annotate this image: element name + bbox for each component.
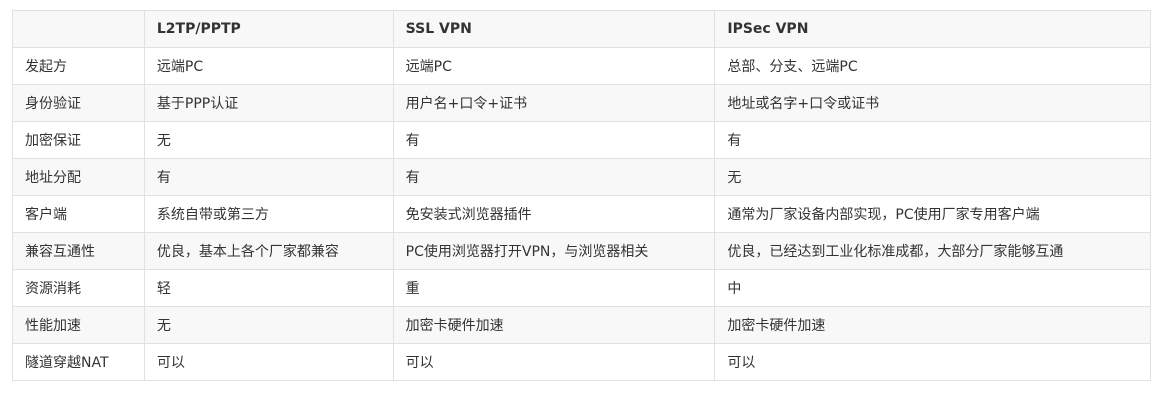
table-cell: 系统自带或第三方	[143, 195, 394, 233]
table-cell: 免安装式浏览器插件	[392, 195, 716, 233]
table-cell: PC使用浏览器打开VPN，与浏览器相关	[392, 232, 716, 270]
table-cell: 地址或名字+口令或证书	[714, 84, 1151, 122]
table-row: 隧道穿越NAT 可以 可以 可以	[12, 343, 1151, 381]
table-cell: 通常为厂家设备内部实现，PC使用厂家专用客户端	[714, 195, 1151, 233]
row-label-cell: 兼容互通性	[12, 232, 145, 270]
table-cell: 无	[143, 306, 394, 344]
header-cell: IPSec VPN	[714, 10, 1151, 48]
row-label-cell: 隧道穿越NAT	[12, 343, 145, 381]
table-header-row: L2TP/PPTP SSL VPN IPSec VPN	[12, 10, 1151, 48]
table-cell: 无	[714, 158, 1151, 196]
table-cell: 重	[392, 269, 716, 307]
table-cell: 可以	[143, 343, 394, 381]
table-row: 地址分配有有无	[12, 158, 1151, 196]
table-row: 性能加速无加密卡硬件加速 加密卡硬件加速	[12, 306, 1151, 344]
header-cell	[12, 10, 145, 48]
table-cell: 用户名+口令+证书	[392, 84, 716, 122]
row-label-cell: 加密保证	[12, 121, 145, 159]
table-cell: 远端PC	[143, 47, 394, 85]
table-cell: 有	[392, 121, 716, 159]
row-label-cell: 发起方	[12, 47, 145, 85]
table-cell: 轻	[143, 269, 394, 307]
table-cell: 总部、分支、远端PC	[714, 47, 1151, 85]
table-row: 加密保证无有有	[12, 121, 1151, 159]
table-cell: 无	[143, 121, 394, 159]
row-label-cell: 客户端	[12, 195, 145, 233]
table-row: 发起方 远端PC 远端PC 总部、分支、远端PC	[12, 47, 1151, 85]
table-cell: 远端PC	[392, 47, 716, 85]
table-cell: 优良，已经达到工业化标准成都，大部分厂家能够互通	[714, 232, 1151, 270]
table-cell: 可以	[714, 343, 1151, 381]
vpn-comparison-table: L2TP/PPTP SSL VPN IPSec VPN 发起方 远端PC 远端PC 总…	[12, 10, 1151, 381]
table-cell: 有	[714, 121, 1151, 159]
row-label-cell: 性能加速	[12, 306, 145, 344]
header-cell: L2TP/PPTP	[143, 10, 394, 48]
table-cell: 基于PPP认证	[143, 84, 394, 122]
table-row: 身份验证 基于PPP认证 用户名+口令+证书 地址或名字+口令或证书	[12, 84, 1151, 122]
table-row: 资源消耗轻重中	[12, 269, 1151, 307]
table-cell: 可以	[392, 343, 716, 381]
table-cell: 中	[714, 269, 1151, 307]
table-row: 客户端 系统自带或第三方 免安装式浏览器插件 通常为厂家设备内部实现，PC使用厂家专用…	[12, 195, 1151, 233]
row-label-cell: 地址分配	[12, 158, 145, 196]
header-cell: SSL VPN	[392, 10, 716, 48]
table-cell: 优良，基本上各个厂家都兼容	[143, 232, 394, 270]
row-label-cell: 身份验证	[12, 84, 145, 122]
table-cell: 有	[392, 158, 716, 196]
row-label-cell: 资源消耗	[12, 269, 145, 307]
table-row: 兼容互通性 优良，基本上各个厂家都兼容 PC使用浏览器打开VPN，与浏览器相关 优良，…	[12, 232, 1151, 270]
table-cell: 加密卡硬件加速	[392, 306, 716, 344]
table-cell: 有	[143, 158, 394, 196]
table-cell: 加密卡硬件加速	[714, 306, 1151, 344]
